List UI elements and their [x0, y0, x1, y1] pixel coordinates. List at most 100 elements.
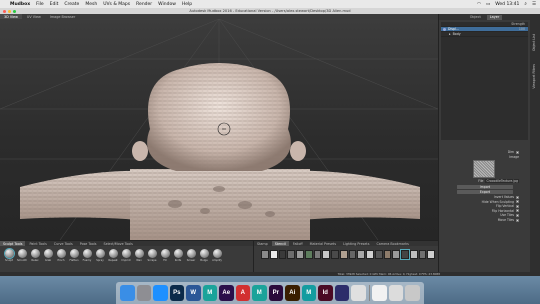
menu-window[interactable]: Window — [158, 2, 176, 7]
tab-select-move-tools[interactable]: Select/Move Tools — [101, 241, 136, 246]
after-effects-icon[interactable]: Ae — [219, 285, 234, 301]
menu-uvs-maps[interactable]: UVs & Maps — [103, 2, 130, 7]
minimize-window-button[interactable] — [8, 9, 11, 13]
tool-smooth[interactable]: Smooth — [17, 249, 27, 262]
stencil-thumbnail[interactable] — [366, 250, 374, 259]
flip-vertical-checkbox[interactable] — [516, 204, 519, 208]
menu-create[interactable]: Create — [64, 2, 79, 7]
3d-viewport[interactable] — [0, 19, 438, 240]
stencil-thumbnail[interactable] — [427, 250, 435, 259]
tab-paint-tools[interactable]: Paint Tools — [26, 241, 49, 246]
tab-pose-tools[interactable]: Pose Tools — [77, 241, 100, 246]
stencil-thumbnail[interactable] — [331, 250, 339, 259]
menu-file[interactable]: File — [36, 2, 44, 7]
stencil-thumbnail[interactable] — [269, 250, 278, 259]
file-field[interactable]: CrocodileTexture.jpg — [485, 179, 519, 184]
stencil-thumbnail[interactable] — [357, 250, 365, 259]
tab-camera-bookmarks[interactable]: Camera Bookmarks — [373, 241, 411, 246]
tab-material-presets[interactable]: Material Presets — [307, 241, 339, 246]
tool-sculpt[interactable]: Sculpt — [4, 249, 14, 262]
tool-grab[interactable]: Grab — [43, 249, 53, 262]
tool-imprint[interactable]: Imprint — [121, 249, 131, 262]
close-window-button[interactable] — [3, 9, 6, 13]
stencil-thumbnail[interactable] — [322, 250, 330, 259]
indesign-icon[interactable]: Id — [318, 285, 333, 301]
layer-strength-value[interactable]: 100 — [519, 27, 525, 31]
import-button[interactable]: Import — [457, 184, 513, 189]
stencil-thumbnail[interactable] — [418, 250, 427, 259]
tool-knife[interactable]: Knife — [173, 249, 183, 262]
hide-when-sculpting-checkbox[interactable] — [516, 200, 519, 204]
menu-help[interactable]: Help — [182, 2, 192, 7]
menu-mesh[interactable]: Mesh — [85, 2, 97, 7]
stencil-thumbnail[interactable] — [261, 250, 269, 259]
trash-icon[interactable] — [405, 285, 420, 301]
tool-pinch[interactable]: Pinch — [56, 249, 66, 262]
tool-repeat[interactable]: Repeat — [108, 249, 118, 262]
tool-scrape[interactable]: Scrape — [147, 249, 157, 262]
flip-horizontal-checkbox[interactable] — [516, 209, 519, 213]
stencil-thumbnail[interactable] — [313, 250, 322, 259]
launchpad-icon[interactable] — [136, 285, 151, 301]
zoom-window-button[interactable] — [13, 9, 16, 13]
stencil-thumbnail[interactable] — [296, 250, 304, 259]
tool-spray[interactable]: Spray — [95, 249, 105, 262]
tab-layer[interactable]: Layer — [486, 14, 503, 20]
quicktime-icon[interactable] — [334, 285, 349, 301]
stencil-thumbnail[interactable] — [339, 250, 348, 259]
menu-clock[interactable]: Wed 13:41 — [495, 2, 519, 7]
tool-foamy[interactable]: Foamy — [82, 249, 92, 262]
stencil-thumbnail[interactable] — [400, 249, 410, 260]
tool-flatten[interactable]: Flatten — [69, 249, 79, 262]
menu-app-name[interactable]: Mudbox — [10, 2, 30, 7]
menu-edit[interactable]: Edit — [50, 2, 59, 7]
notification-center-icon[interactable]: ☰ — [532, 2, 536, 7]
expand-arrow-icon[interactable]: ▸ — [449, 32, 451, 36]
invert-values-checkbox[interactable] — [516, 195, 519, 199]
layer-row-body[interactable]: ▸ Body — [441, 32, 528, 37]
tab-stencil[interactable]: Stencil — [271, 241, 289, 246]
battery-icon[interactable]: ▭ — [486, 2, 490, 7]
stencil-thumbnail[interactable] — [409, 250, 418, 259]
export-button[interactable]: Export — [457, 189, 513, 194]
autodesk-app-icon[interactable]: A — [235, 285, 250, 301]
tool-amplify[interactable]: Amplify — [212, 249, 222, 262]
tab-lighting-presets[interactable]: Lighting Presets — [340, 241, 372, 246]
stencil-thumbnail[interactable] — [278, 250, 287, 259]
tab-sculpt-tools[interactable]: Sculpt Tools — [0, 241, 26, 246]
illustrator-icon[interactable]: Ai — [285, 285, 300, 301]
tool-wax[interactable]: Wax — [134, 249, 144, 262]
maya-icon[interactable]: M — [301, 285, 316, 301]
stencil-thumbnail[interactable] — [392, 250, 400, 259]
documents-icon[interactable] — [388, 285, 404, 301]
stencil-thumbnail[interactable] — [287, 250, 295, 259]
tool-bulge[interactable]: Bulge — [199, 249, 209, 262]
photoshop-icon[interactable]: Ps — [169, 285, 184, 301]
mudbox-icon-2[interactable]: M — [252, 285, 267, 301]
tool-smear[interactable]: Smear — [186, 249, 196, 262]
stencil-thumbnail[interactable] — [383, 250, 392, 259]
calendar-icon[interactable] — [372, 285, 387, 301]
tool-fill[interactable]: Fill — [160, 249, 170, 262]
search-icon[interactable]: ⌕ — [524, 1, 527, 7]
tab-object[interactable]: Object — [467, 15, 484, 21]
menu-render[interactable]: Render — [136, 2, 152, 7]
dim-checkbox[interactable] — [516, 150, 519, 154]
tab-curve-tools[interactable]: Curve Tools — [51, 241, 76, 246]
stencil-thumbnail[interactable] — [348, 250, 357, 259]
tab-object-list[interactable]: Object List — [532, 34, 536, 51]
tool-relax[interactable]: Relax — [30, 249, 40, 262]
move-tiles-checkbox[interactable] — [516, 218, 519, 222]
tab-viewport-filters[interactable]: Viewport Filters — [532, 64, 536, 89]
safari-icon[interactable] — [153, 285, 168, 301]
stencil-thumbnail[interactable] — [304, 250, 313, 259]
use-tiles-checkbox[interactable] — [516, 213, 519, 217]
premiere-icon[interactable]: Pr — [268, 285, 283, 301]
tab-falloff[interactable]: Falloff — [290, 241, 306, 246]
preview-icon[interactable] — [351, 285, 366, 301]
finder-icon[interactable] — [120, 285, 135, 301]
tab-stamp[interactable]: Stamp — [254, 241, 271, 246]
wifi-icon[interactable]: ◠ — [477, 2, 481, 7]
eye-icon[interactable] — [443, 27, 446, 31]
mudbox-icon[interactable]: M — [202, 285, 217, 301]
